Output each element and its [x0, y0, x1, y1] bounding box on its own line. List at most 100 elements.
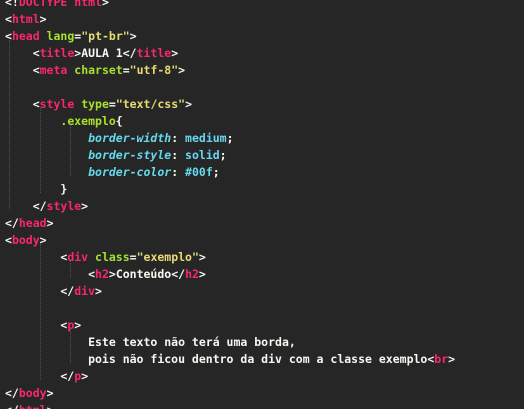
code-token: ;	[219, 148, 227, 162]
code-line: <meta charset="utf-8">	[5, 62, 185, 79]
code-token: "utf-8"	[129, 63, 179, 77]
code-token: <	[5, 318, 68, 332]
code-line: </body>	[5, 385, 54, 402]
code-token: <!	[5, 0, 19, 9]
code-token: html	[11, 12, 40, 26]
code-line: <h2>Conteúdo</h2>	[5, 266, 206, 283]
code-token: html	[19, 403, 47, 409]
code-token: >	[39, 12, 47, 26]
code-token: >	[198, 250, 206, 264]
code-token: div	[74, 284, 96, 298]
code-line: <!DOCTYPE html>	[5, 0, 109, 11]
code-token: :	[171, 165, 186, 179]
code-line: </div>	[5, 283, 102, 300]
code-token: :	[171, 131, 186, 145]
code-token: >	[81, 199, 89, 213]
code-token: {	[115, 114, 123, 128]
code-token: border-style	[88, 148, 172, 162]
code-token: div	[67, 250, 89, 264]
code-token: solid	[185, 148, 220, 162]
code-token: >	[39, 233, 47, 247]
code-line: <style type="text/css">	[5, 96, 192, 113]
code-token: br	[434, 352, 449, 366]
code-token: >	[171, 46, 179, 60]
code-token: charset	[74, 63, 123, 77]
code-token: "exemplo"	[136, 250, 199, 264]
code-token: border-color	[88, 165, 172, 179]
code-token: <	[5, 63, 40, 77]
code-token: <	[5, 233, 12, 247]
code-token: >	[47, 403, 54, 409]
code-token: :	[171, 148, 186, 162]
code-line: border-color: #00f;	[5, 164, 220, 181]
code-token: #00f	[185, 165, 213, 179]
code-token: =	[129, 250, 137, 264]
code-token: <	[5, 267, 96, 281]
code-token: "text/css"	[115, 97, 186, 111]
code-token: meta	[39, 63, 68, 77]
code-line: border-width: medium;	[5, 130, 234, 147]
code-token: h2	[95, 267, 109, 281]
code-token: style	[39, 97, 75, 111]
code-token: >	[108, 267, 116, 281]
code-token: <	[5, 250, 68, 264]
code-line: <div class="exemplo">	[5, 249, 206, 266]
code-token: <	[5, 29, 12, 43]
code-line: Este texto não terá uma borda,	[5, 334, 296, 351]
code-token: title	[136, 46, 172, 60]
code-token: body	[18, 386, 47, 400]
code-token: body	[11, 233, 40, 247]
code-token: </	[5, 199, 47, 213]
code-token: h2	[185, 267, 199, 281]
code-token: border-width	[88, 131, 172, 145]
code-token: AULA 1	[81, 46, 123, 60]
code-token: DOCTYPE html	[18, 0, 102, 9]
code-token: title	[39, 46, 75, 60]
code-token: >	[74, 318, 82, 332]
code-token: </	[122, 46, 137, 60]
code-token: >	[46, 386, 54, 400]
code-line: }	[5, 181, 67, 198]
code-line: <body>	[5, 232, 47, 249]
code-token: </	[5, 386, 19, 400]
code-token: }	[5, 182, 68, 196]
code-token: >	[448, 352, 456, 366]
code-token: >	[95, 284, 102, 298]
code-token: >	[178, 63, 186, 77]
code-line: </style>	[5, 198, 88, 215]
code-line: border-style: solid;	[5, 147, 227, 164]
code-token: <	[5, 46, 40, 60]
code-token: ;	[212, 165, 220, 179]
code-token: head	[11, 29, 40, 43]
code-token: =	[108, 97, 116, 111]
code-token: >	[81, 369, 89, 383]
code-token: >	[129, 29, 137, 43]
code-token: </	[5, 403, 19, 409]
code-line: </p>	[5, 368, 88, 385]
code-line: <html>	[5, 11, 47, 28]
code-line: pois não ficou dentro da div com a class…	[5, 351, 455, 368]
code-token: Conteúdo	[115, 267, 172, 281]
code-token: >	[185, 97, 193, 111]
code-token: </	[5, 216, 19, 230]
code-token: </	[171, 267, 186, 281]
code-token: <	[5, 97, 40, 111]
code-token: </	[5, 369, 75, 383]
code-token: medium	[185, 131, 227, 145]
code-editor[interactable]: <!DOCTYPE html> <html> <head lang="pt-br">…	[0, 0, 524, 409]
code-line: </head>	[5, 215, 54, 232]
code-token: =	[122, 63, 130, 77]
code-token: head	[18, 216, 47, 230]
code-line: <head lang="pt-br">	[5, 28, 137, 45]
code-token: >	[46, 216, 54, 230]
code-token: .exemplo	[60, 114, 116, 128]
code-token: ;	[226, 131, 234, 145]
code-token: class	[95, 250, 130, 264]
code-line: </html>	[5, 402, 54, 409]
